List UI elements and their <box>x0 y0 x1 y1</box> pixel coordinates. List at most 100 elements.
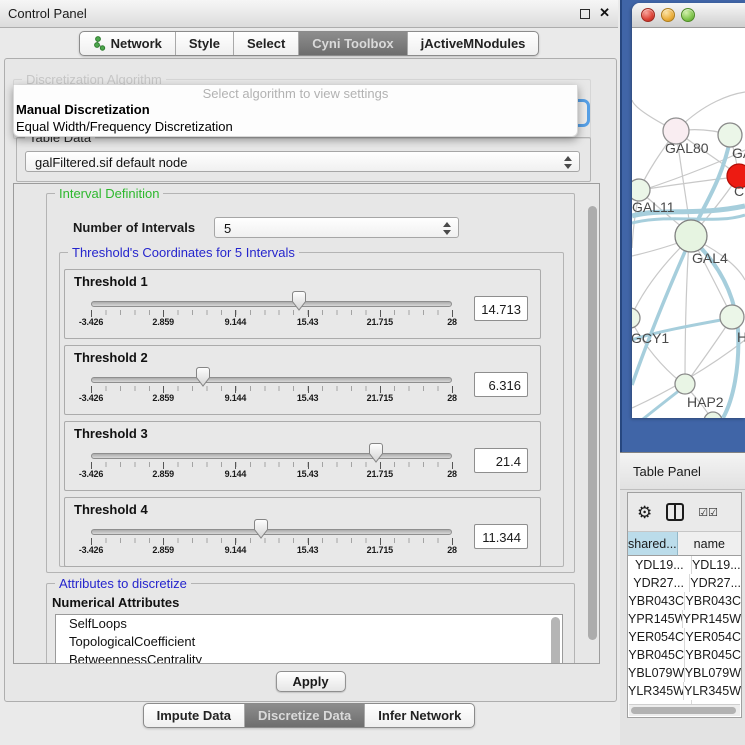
network-node-gal11[interactable] <box>632 179 650 201</box>
network-node-hap2[interactable] <box>675 374 695 394</box>
tab-select[interactable]: Select <box>233 32 298 55</box>
table-row[interactable]: YDL19...YDL19... <box>628 556 741 574</box>
network-edge-gray[interactable] <box>685 240 689 382</box>
cell-name[interactable]: YLR345W <box>684 682 741 700</box>
close-traffic-light[interactable] <box>641 8 655 22</box>
threshold-value[interactable]: 21.4 <box>474 448 528 473</box>
threshold-slider[interactable]: -3.4262.8599.14415.4321.71528 <box>91 517 452 557</box>
panel-title: Control Panel <box>8 6 87 21</box>
list-scrollbar[interactable] <box>551 617 560 664</box>
network-edge-blue[interactable] <box>632 238 691 385</box>
attribute-item-selfloops[interactable]: SelfLoops <box>56 615 562 633</box>
column-header-name[interactable]: name <box>678 532 741 556</box>
network-edge-gray[interactable] <box>640 177 737 190</box>
select-columns-checkboxes-icon[interactable]: ☑☑ <box>698 506 718 519</box>
slider-track[interactable] <box>91 453 452 459</box>
table-panel-header: Table Panel <box>620 452 745 490</box>
algorithm-option-equal-width-frequency-discretization[interactable]: Equal Width/Frequency Discretization <box>14 118 577 135</box>
horizontal-scrollbar[interactable] <box>629 704 740 716</box>
tab-jactivemnodules[interactable]: jActiveMNodules <box>407 32 539 55</box>
spinner-arrows-icon[interactable] <box>443 222 451 235</box>
threshold-slider[interactable]: -3.4262.8599.14415.4321.71528 <box>91 365 452 405</box>
slider-thumb[interactable] <box>253 519 269 539</box>
threshold-value[interactable]: 11.344 <box>474 524 528 549</box>
combobox-value: 5 <box>224 221 231 236</box>
network-graph[interactable]: GAL80GALCGAL11GAL4GCY1HHAP2 <box>632 28 745 418</box>
threshold-slider[interactable]: -3.4262.8599.14415.4321.71528 <box>91 441 452 481</box>
algorithm-option-manual-discretization[interactable]: Manual Discretization <box>14 101 577 118</box>
cell-shared-name[interactable]: YLR345W <box>628 682 684 700</box>
attribute-item-betweennesscentrality[interactable]: BetweennessCentrality <box>56 651 562 664</box>
cell-name[interactable]: YDR27... <box>690 574 741 592</box>
control-panel-titlebar: Control Panel ✕ <box>0 0 618 28</box>
slider-thumb[interactable] <box>368 443 384 463</box>
cell-name[interactable]: YBR043C <box>685 592 741 610</box>
threshold-value[interactable]: 14.713 <box>474 296 528 321</box>
slider-track[interactable] <box>91 377 452 383</box>
network-node-h[interactable] <box>720 305 744 329</box>
cell-shared-name[interactable]: YDL19... <box>628 556 692 574</box>
tab-cyni-toolbox[interactable]: Cyni Toolbox <box>298 32 406 55</box>
number-of-intervals-combobox[interactable]: 5 <box>214 217 459 238</box>
slider-thumb[interactable] <box>291 291 307 311</box>
vertical-scrollbar[interactable] <box>588 206 597 640</box>
column-header-shared-name[interactable]: shared... <box>628 532 678 556</box>
cell-name[interactable]: YER054C <box>685 628 741 646</box>
slider-thumb[interactable] <box>195 367 211 387</box>
attributes-list[interactable]: SelfLoopsTopologicalCoefficientBetweenne… <box>55 614 563 664</box>
cell-name[interactable]: YBR045C <box>685 646 741 664</box>
slider-scale-label: 9.144 <box>225 545 247 555</box>
tab-infer-network[interactable]: Infer Network <box>364 704 474 727</box>
network-canvas[interactable]: GAL80GALCGAL11GAL4GCY1HHAP2 <box>632 28 745 418</box>
cell-shared-name[interactable]: YBL079W <box>628 664 685 682</box>
tab-network[interactable]: Network <box>80 32 175 55</box>
network-node[interactable] <box>704 412 722 418</box>
tab-discretize-data[interactable]: Discretize Data <box>244 704 364 727</box>
scrollbar-thumb[interactable] <box>631 707 736 714</box>
threshold-slider[interactable]: -3.4262.8599.14415.4321.71528 <box>91 289 452 329</box>
network-window: GAL80GALCGAL11GAL4GCY1HHAP2 <box>632 3 745 418</box>
slider-track[interactable] <box>91 529 452 535</box>
tab-style[interactable]: Style <box>175 32 233 55</box>
cell-shared-name[interactable]: YER054C <box>628 628 685 646</box>
slider-scale-label: 9.144 <box>225 393 247 403</box>
slider-scale-label: -3.426 <box>79 317 103 327</box>
threshold-label: Threshold 4 <box>65 498 540 517</box>
spinner-arrows-icon[interactable] <box>564 156 572 169</box>
slider-scale-label: -3.426 <box>79 545 103 555</box>
table-row[interactable]: YBL079WYBL079W <box>628 664 741 682</box>
close-icon[interactable]: ✕ <box>599 5 610 21</box>
table-row[interactable]: YER054CYER054C <box>628 628 741 646</box>
cell-shared-name[interactable]: YDR27... <box>628 574 690 592</box>
cell-shared-name[interactable]: YBR045C <box>628 646 685 664</box>
apply-button[interactable]: Apply <box>275 671 345 692</box>
zoom-traffic-light[interactable] <box>681 8 695 22</box>
network-node-gal4[interactable] <box>675 220 707 252</box>
attribute-item-topologicalcoefficient[interactable]: TopologicalCoefficient <box>56 633 562 651</box>
minimize-traffic-light[interactable] <box>661 8 675 22</box>
table-row[interactable]: YBR045CYBR045C <box>628 646 741 664</box>
table-row[interactable]: YDR27...YDR27... <box>628 574 741 592</box>
threshold-value[interactable]: 6.316 <box>474 372 528 397</box>
gear-icon[interactable]: ⚙ <box>637 504 652 521</box>
table-row[interactable]: YLR345WYLR345W <box>628 682 741 700</box>
table-data-combobox[interactable]: galFiltered.sif default node <box>25 151 580 172</box>
cell-name[interactable]: YPR145W <box>683 610 741 628</box>
float-panel-icon[interactable] <box>580 9 590 19</box>
table-row[interactable]: YBR043CYBR043C <box>628 592 741 610</box>
network-window-titlebar[interactable] <box>632 3 745 28</box>
slider-major-tick <box>235 310 236 317</box>
slider-scale-label: 15.43 <box>297 469 319 479</box>
slider-track[interactable] <box>91 301 452 307</box>
network-node-gcy1[interactable] <box>632 308 640 328</box>
tab-impute-data[interactable]: Impute Data <box>144 704 244 727</box>
cell-name[interactable]: YBL079W <box>685 664 741 682</box>
network-edge-gray[interactable] <box>687 319 731 382</box>
columns-icon[interactable] <box>666 503 684 521</box>
cell-shared-name[interactable]: YBR043C <box>628 592 685 610</box>
network-node-gal[interactable] <box>718 123 742 147</box>
table-row[interactable]: YPR145WYPR145W <box>628 610 741 628</box>
cell-shared-name[interactable]: YPR145W <box>628 610 683 628</box>
tab-label: Impute Data <box>157 708 231 723</box>
cell-name[interactable]: YDL19... <box>692 556 741 574</box>
